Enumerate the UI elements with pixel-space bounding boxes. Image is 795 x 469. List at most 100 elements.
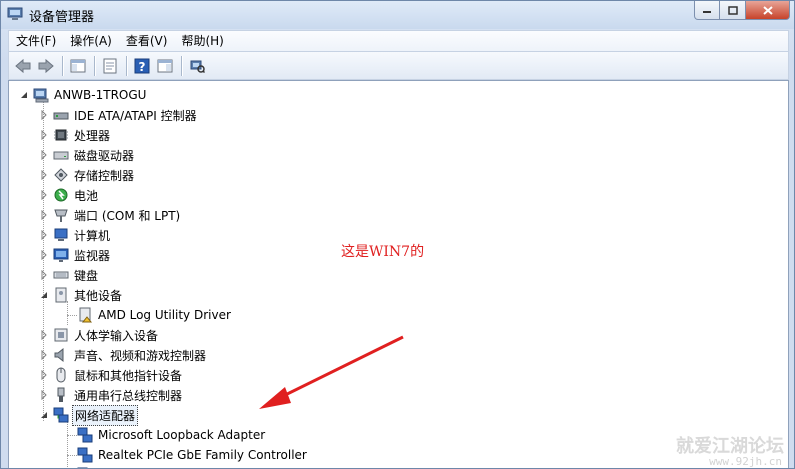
tree-category[interactable]: IDE ATA/ATAPI 控制器 xyxy=(39,105,199,125)
category-label: 人体学输入设备 xyxy=(74,328,159,343)
tree-category[interactable]: 存储控制器 xyxy=(39,165,136,185)
category-label: 磁盘驱动器 xyxy=(74,148,135,163)
tree-category[interactable]: 键盘 xyxy=(39,265,100,285)
category-label: 鼠标和其他指针设备 xyxy=(74,368,183,383)
category-label: 监视器 xyxy=(74,248,111,263)
menu-file[interactable]: 文件(F) xyxy=(9,31,63,51)
device-label: Realtek PCIe GbE Family Controller xyxy=(98,448,307,462)
hid-icon xyxy=(54,328,68,342)
tree-root[interactable]: ANWB-1TROGU xyxy=(19,85,148,105)
category-label: 电池 xyxy=(74,188,99,203)
expand-icon[interactable] xyxy=(39,350,49,360)
category-label: 其他设备 xyxy=(74,288,123,303)
red-arrow-annotation xyxy=(259,335,404,409)
tree-category[interactable]: 网络适配器 xyxy=(39,404,139,426)
expand-icon[interactable] xyxy=(39,190,49,200)
minimize-button[interactable] xyxy=(694,1,720,20)
tree-category[interactable]: 电池 xyxy=(39,185,100,205)
expand-icon[interactable] xyxy=(39,330,49,340)
close-icon xyxy=(762,5,773,15)
toolbar: ? xyxy=(8,52,789,80)
tree-category[interactable]: 端口 (COM 和 LPT) xyxy=(39,205,182,225)
close-button[interactable] xyxy=(746,1,790,20)
network-adapter-icon xyxy=(77,427,93,443)
tree-category[interactable]: 计算机 xyxy=(39,225,112,245)
collapse-icon[interactable] xyxy=(39,290,49,300)
toolbar-separator xyxy=(126,55,127,76)
menu-action[interactable]: 操作(A) xyxy=(63,31,119,51)
expand-icon[interactable] xyxy=(39,250,49,260)
window-title: 设备管理器 xyxy=(29,10,95,25)
tree-guide-line xyxy=(67,315,77,316)
tree-category[interactable]: 其他设备 xyxy=(39,285,124,305)
help-icon: ? xyxy=(134,58,150,74)
network-adapter-icon xyxy=(77,447,93,463)
mouse-icon xyxy=(56,367,66,383)
maximize-icon xyxy=(727,5,738,15)
maximize-button[interactable] xyxy=(720,1,746,20)
category-label: 端口 (COM 和 LPT) xyxy=(74,208,181,223)
network-adapter-icon xyxy=(53,407,69,423)
toolbar-separator xyxy=(94,55,95,76)
toolbar-separator xyxy=(181,55,182,76)
processor-icon xyxy=(54,129,68,141)
console-tree-button[interactable] xyxy=(67,55,89,77)
title-bar[interactable]: 设备管理器 xyxy=(1,1,794,29)
tree-category[interactable]: 磁盘驱动器 xyxy=(39,145,136,165)
svg-text:?: ? xyxy=(139,60,146,74)
disk-drive-icon xyxy=(53,151,69,160)
expand-icon[interactable] xyxy=(39,370,49,380)
port-icon xyxy=(54,209,68,222)
tree-category[interactable]: 人体学输入设备 xyxy=(39,325,160,345)
expand-icon[interactable] xyxy=(39,210,49,220)
tree-category[interactable]: 鼠标和其他指针设备 xyxy=(39,365,184,385)
category-label: 处理器 xyxy=(74,128,111,143)
expand-icon[interactable] xyxy=(39,110,49,120)
toolbar-separator xyxy=(62,55,63,76)
computer-icon xyxy=(54,228,68,241)
forward-button[interactable] xyxy=(35,55,57,77)
expand-icon[interactable] xyxy=(39,270,49,280)
keyboard-icon xyxy=(53,271,69,279)
expand-icon[interactable] xyxy=(39,150,49,160)
scan-hardware-icon xyxy=(190,60,205,73)
back-button[interactable] xyxy=(12,55,34,77)
menu-help[interactable]: 帮助(H) xyxy=(174,31,230,51)
device-label: AMD Log Utility Driver xyxy=(98,308,231,322)
expand-icon[interactable] xyxy=(39,230,49,240)
other-devices-icon xyxy=(55,287,67,303)
ide-controller-icon xyxy=(53,112,69,120)
action-pane-button[interactable] xyxy=(154,55,176,77)
device-manager-icon xyxy=(7,7,23,20)
help-button[interactable]: ? xyxy=(131,55,153,77)
tree-category[interactable]: 处理器 xyxy=(39,125,112,145)
annotation-text: 这是WIN7的 xyxy=(341,244,425,260)
show-hide-console-tree-icon xyxy=(70,59,86,72)
unknown-device-icon xyxy=(79,307,93,323)
device-label: Microsoft Loopback Adapter xyxy=(98,428,266,442)
tree-device[interactable]: Realtek PCIe GbE Family Controller xyxy=(77,445,309,465)
device-manager-window: 设备管理器 文件(F) 操作(A) 查看(V) 帮助(H) ? ANWB-1TR… xyxy=(0,0,795,469)
collapse-icon[interactable] xyxy=(19,90,29,100)
back-icon xyxy=(15,58,31,73)
tree-guide-line xyxy=(67,455,77,456)
tree-device[interactable]: AMD Log Utility Driver xyxy=(77,305,233,325)
tree-category[interactable]: 通用串行总线控制器 xyxy=(39,385,184,405)
forward-icon xyxy=(38,58,54,73)
menu-bar: 文件(F) 操作(A) 查看(V) 帮助(H) xyxy=(8,30,789,52)
tree-category[interactable]: 声音、视频和游戏控制器 xyxy=(39,345,208,365)
properties-button[interactable] xyxy=(99,55,121,77)
show-action-pane-icon xyxy=(157,59,173,72)
category-label: 通用串行总线控制器 xyxy=(74,388,183,403)
expand-icon[interactable] xyxy=(39,390,49,400)
expand-icon[interactable] xyxy=(39,130,49,140)
usb-icon xyxy=(57,387,65,402)
menu-view[interactable]: 查看(V) xyxy=(119,31,175,51)
caption-buttons xyxy=(694,1,790,21)
collapse-icon[interactable] xyxy=(39,410,49,420)
tree-category[interactable]: 监视器 xyxy=(39,245,112,265)
expand-icon[interactable] xyxy=(39,170,49,180)
scan-hardware-button[interactable] xyxy=(186,55,208,77)
tree-device[interactable]: Microsoft Loopback Adapter xyxy=(77,425,267,445)
computer-icon xyxy=(33,88,49,103)
